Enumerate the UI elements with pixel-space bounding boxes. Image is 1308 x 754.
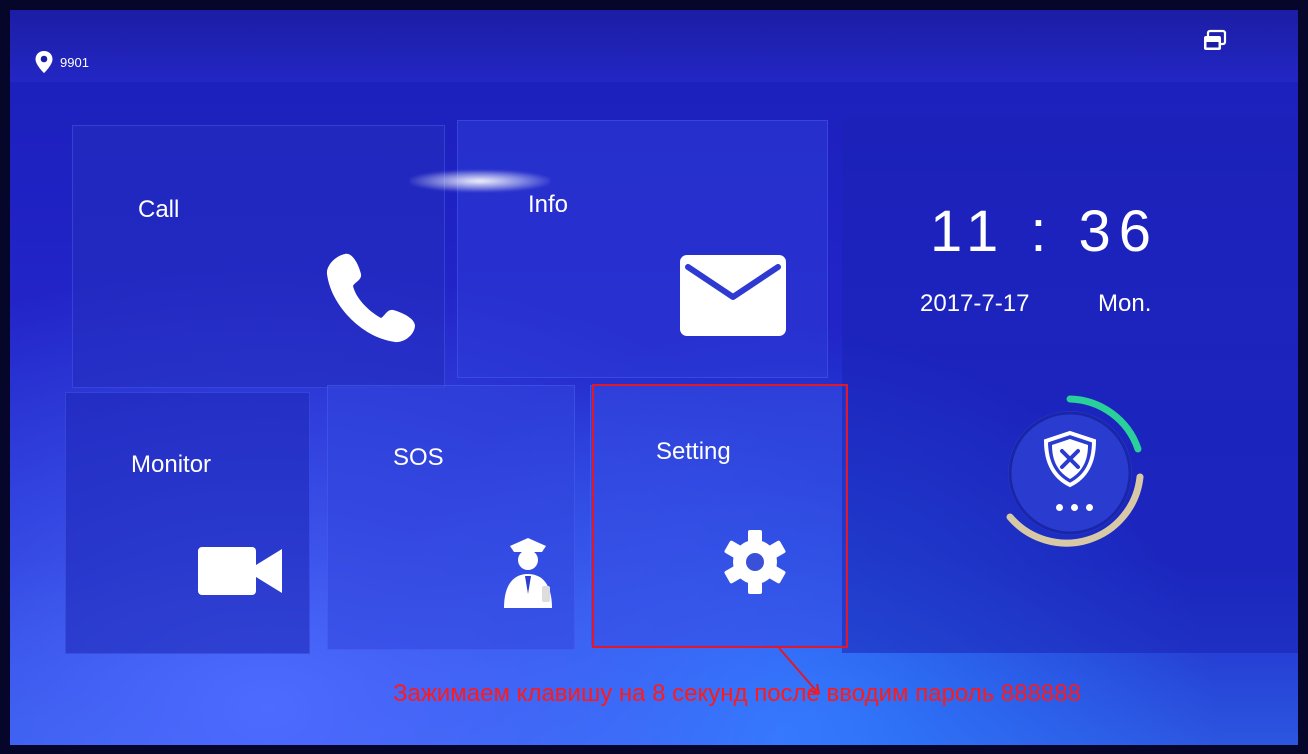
arm-status-button[interactable] xyxy=(990,393,1150,553)
annotation-text: Зажимаем клавишу на 8 секунд после вводи… xyxy=(393,680,1081,707)
clock-weekday: Mon. xyxy=(1098,290,1152,317)
clock-date: 2017-7-17 xyxy=(920,290,1030,317)
room-indicator: 9901 xyxy=(34,50,89,74)
sos-tile[interactable]: SOS xyxy=(327,385,575,650)
sos-label: SOS xyxy=(393,444,444,471)
security-guard-icon xyxy=(504,538,552,608)
clock-time: 11 : 36 xyxy=(930,199,1160,264)
envelope-icon xyxy=(680,255,786,336)
info-label: Info xyxy=(528,191,569,218)
monitor-label: Monitor xyxy=(131,451,212,478)
intercom-screen: 9901 Call Info Monitor SOS Setting 11: … xyxy=(10,10,1298,745)
screen-glare xyxy=(410,170,550,192)
phone-handset-icon xyxy=(326,253,415,343)
monitor-tile[interactable]: Monitor xyxy=(65,392,310,654)
info-tile[interactable]: Info xyxy=(457,120,828,378)
ellipsis-icon xyxy=(1056,504,1093,511)
video-camera-icon xyxy=(198,547,282,595)
map-pin-icon xyxy=(35,51,53,73)
call-tile[interactable]: Call xyxy=(72,125,445,388)
multi-window-icon[interactable] xyxy=(1202,28,1228,54)
call-label: Call xyxy=(138,196,180,223)
room-number: 9901 xyxy=(60,54,89,70)
setting-highlight-box xyxy=(592,384,848,648)
status-bar: 9901 xyxy=(10,10,1298,82)
